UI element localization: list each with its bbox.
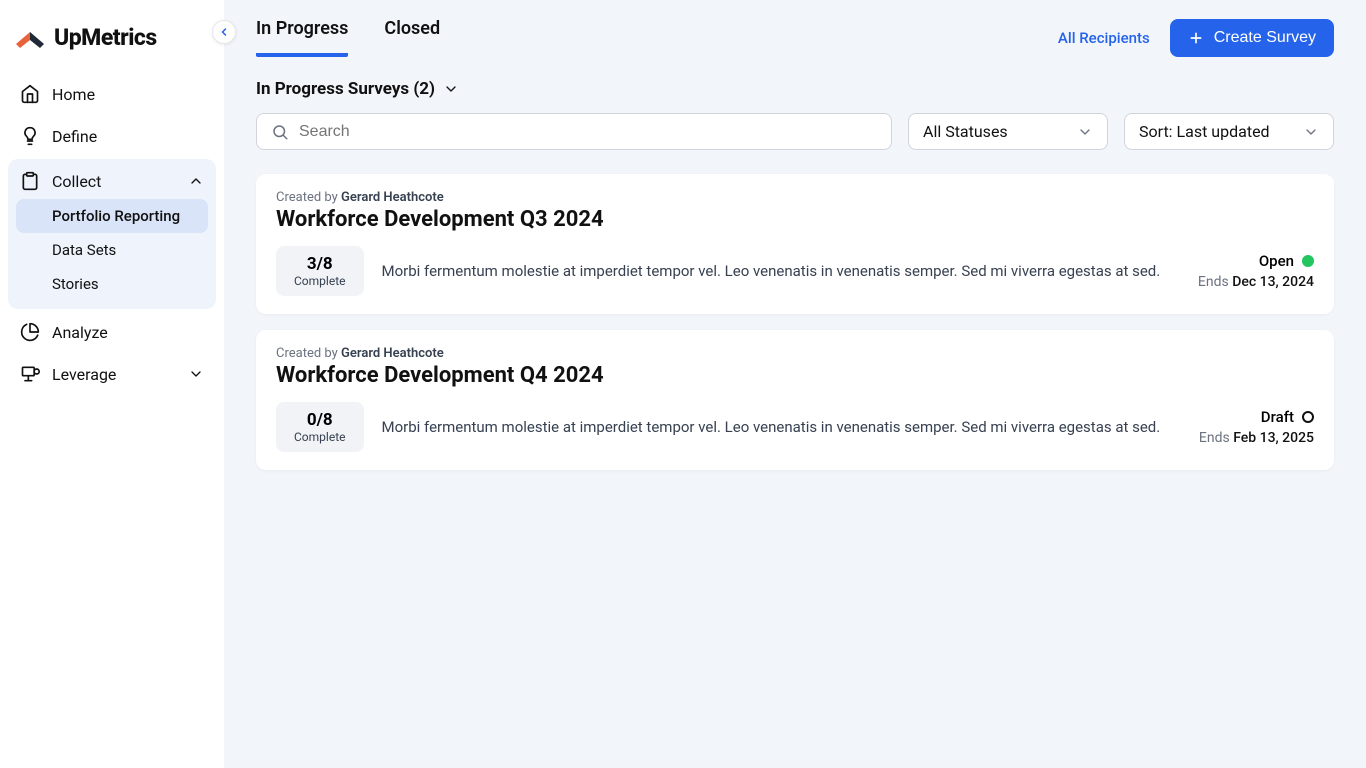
end-date: Dec 13, 2024 bbox=[1232, 274, 1314, 290]
presentation-icon bbox=[20, 364, 40, 384]
survey-card[interactable]: Created by Gerard Heathcote Workforce De… bbox=[256, 174, 1334, 314]
sidebar-item-define[interactable]: Define bbox=[8, 117, 216, 155]
sidebar-item-label: Home bbox=[52, 85, 95, 104]
end-date: Feb 13, 2025 bbox=[1233, 430, 1314, 446]
search-icon bbox=[271, 123, 289, 141]
home-icon bbox=[20, 84, 40, 104]
sort-select[interactable]: Sort: Last updated bbox=[1124, 113, 1334, 150]
sidebar-item-label: Collect bbox=[52, 172, 101, 191]
status-filter-select[interactable]: All Statuses bbox=[908, 113, 1108, 150]
tab-in-progress[interactable]: In Progress bbox=[256, 18, 348, 57]
search-box[interactable] bbox=[256, 113, 892, 150]
sidebar-item-label: Analyze bbox=[52, 323, 108, 342]
sidebar: UpMetrics Home Define Collect Por bbox=[0, 0, 224, 768]
chevron-down-icon bbox=[1077, 124, 1093, 140]
ends-label: Ends bbox=[1198, 274, 1229, 290]
survey-description: Morbi fermentum molestie at imperdiet te… bbox=[382, 262, 1180, 280]
status-line: Draft bbox=[1199, 408, 1314, 426]
topbar: In Progress Closed All Recipients Create… bbox=[224, 0, 1366, 57]
sidebar-group-collect: Collect Portfolio Reporting Data Sets St… bbox=[8, 159, 216, 309]
sidebar-item-home[interactable]: Home bbox=[8, 75, 216, 113]
status-label: Open bbox=[1259, 252, 1294, 270]
survey-title: Workforce Development Q3 2024 bbox=[276, 207, 1314, 232]
all-recipients-link[interactable]: All Recipients bbox=[1058, 29, 1150, 47]
created-by-prefix: Created by bbox=[276, 190, 338, 205]
survey-list: Created by Gerard Heathcote Workforce De… bbox=[256, 174, 1334, 470]
chevron-down-icon bbox=[188, 366, 204, 382]
status-draft-icon bbox=[1302, 411, 1314, 423]
survey-meta: Draft Ends Feb 13, 2025 bbox=[1199, 408, 1314, 446]
ends-line: Ends Feb 13, 2025 bbox=[1199, 430, 1314, 446]
sidebar-subitem-data-sets[interactable]: Data Sets bbox=[16, 233, 208, 267]
nav: Home Define Collect Portfolio Reporting … bbox=[8, 75, 216, 393]
lightbulb-icon bbox=[20, 126, 40, 146]
logo-text: UpMetrics bbox=[54, 24, 157, 51]
progress-count: 0/8 bbox=[294, 410, 346, 430]
ends-label: Ends bbox=[1199, 430, 1230, 446]
chevron-down-icon bbox=[443, 81, 459, 97]
created-by-prefix: Created by bbox=[276, 346, 338, 361]
status-label: Draft bbox=[1261, 408, 1294, 426]
status-line: Open bbox=[1198, 252, 1314, 270]
clipboard-icon bbox=[20, 171, 40, 191]
content: In Progress Surveys (2) All Statuses Sor… bbox=[224, 57, 1366, 470]
topbar-actions: All Recipients Create Survey bbox=[1058, 19, 1334, 57]
section-title: In Progress Surveys (2) bbox=[256, 79, 435, 99]
progress-badge: 3/8 Complete bbox=[276, 246, 364, 296]
progress-count: 3/8 bbox=[294, 254, 346, 274]
sidebar-subitem-stories[interactable]: Stories bbox=[16, 267, 208, 301]
sidebar-item-collect[interactable]: Collect bbox=[8, 163, 216, 199]
author-name: Gerard Heathcote bbox=[341, 346, 444, 361]
survey-meta: Open Ends Dec 13, 2024 bbox=[1198, 252, 1314, 290]
survey-title: Workforce Development Q4 2024 bbox=[276, 363, 1314, 388]
main: In Progress Closed All Recipients Create… bbox=[224, 0, 1366, 768]
chevron-left-icon bbox=[218, 26, 230, 38]
filter-row: All Statuses Sort: Last updated bbox=[256, 113, 1334, 150]
created-by: Created by Gerard Heathcote bbox=[276, 346, 1314, 361]
pie-chart-icon bbox=[20, 322, 40, 342]
sidebar-item-label: Leverage bbox=[52, 365, 116, 384]
logo[interactable]: UpMetrics bbox=[8, 14, 216, 75]
status-open-icon bbox=[1302, 255, 1314, 267]
sidebar-item-leverage[interactable]: Leverage bbox=[8, 355, 216, 393]
create-survey-label: Create Survey bbox=[1214, 29, 1316, 47]
sidebar-collapse-button[interactable] bbox=[212, 20, 236, 44]
logo-icon bbox=[16, 26, 44, 50]
chevron-up-icon bbox=[188, 173, 204, 189]
sort-label: Sort: Last updated bbox=[1139, 122, 1270, 141]
create-survey-button[interactable]: Create Survey bbox=[1170, 19, 1334, 57]
ends-line: Ends Dec 13, 2024 bbox=[1198, 274, 1314, 290]
progress-label: Complete bbox=[294, 274, 346, 288]
progress-label: Complete bbox=[294, 430, 346, 444]
tab-closed[interactable]: Closed bbox=[384, 18, 440, 57]
author-name: Gerard Heathcote bbox=[341, 190, 444, 205]
sidebar-subitem-portfolio-reporting[interactable]: Portfolio Reporting bbox=[16, 199, 208, 233]
sidebar-item-analyze[interactable]: Analyze bbox=[8, 313, 216, 351]
sidebar-subnav-collect: Portfolio Reporting Data Sets Stories bbox=[8, 199, 216, 305]
survey-card[interactable]: Created by Gerard Heathcote Workforce De… bbox=[256, 330, 1334, 470]
tabs: In Progress Closed bbox=[256, 18, 440, 57]
created-by: Created by Gerard Heathcote bbox=[276, 190, 1314, 205]
plus-icon bbox=[1188, 30, 1204, 46]
status-filter-label: All Statuses bbox=[923, 122, 1008, 141]
chevron-down-icon bbox=[1303, 124, 1319, 140]
survey-body: 0/8 Complete Morbi fermentum molestie at… bbox=[276, 402, 1314, 452]
sidebar-item-label: Define bbox=[52, 127, 97, 146]
section-header[interactable]: In Progress Surveys (2) bbox=[256, 69, 1334, 113]
search-input[interactable] bbox=[299, 123, 877, 141]
survey-body: 3/8 Complete Morbi fermentum molestie at… bbox=[276, 246, 1314, 296]
progress-badge: 0/8 Complete bbox=[276, 402, 364, 452]
survey-description: Morbi fermentum molestie at imperdiet te… bbox=[382, 418, 1181, 436]
